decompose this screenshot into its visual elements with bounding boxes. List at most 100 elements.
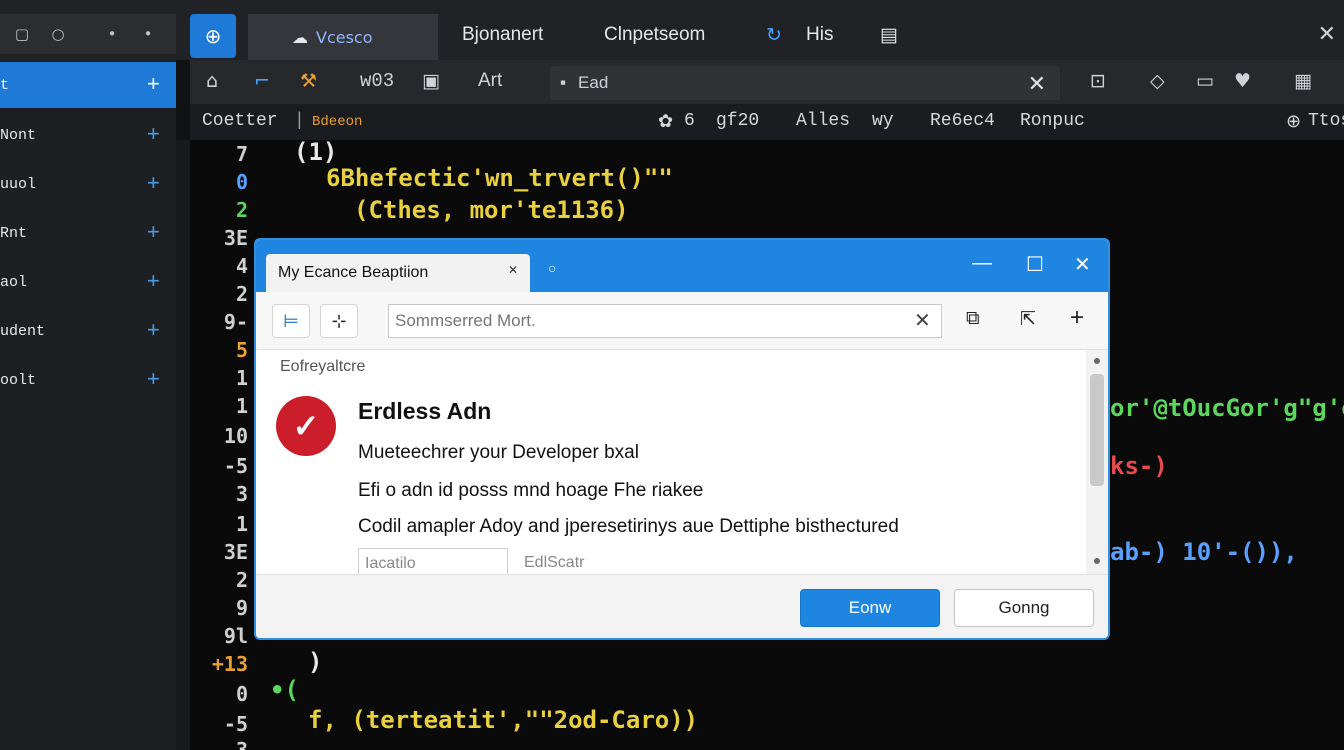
line-number: 2 — [235, 568, 248, 592]
toolbar: ⌂ ⌐ ⚒ w03 ▣ Art ▪ Ead ✕ ⊡ ◇ ▭ ♥ ▦ — [190, 60, 1344, 104]
tab-active[interactable]: ☁ Vcesco — [248, 14, 438, 60]
tab-close-icon[interactable]: ✕ — [508, 263, 518, 277]
grid-icon[interactable]: ▦ — [1294, 70, 1312, 92]
chart-icon[interactable]: ⌐ — [254, 70, 270, 92]
secondary-button[interactable]: Gonng — [954, 589, 1094, 627]
search-input[interactable] — [388, 304, 942, 338]
code-line: or'@tOucGor'g"g'ofo — [1110, 394, 1344, 422]
dialog-toolbar: ⊨ ⊹ ✕ ⧉ ⇱ + — [256, 292, 1108, 350]
line-number: 2 — [235, 282, 248, 306]
plus-icon[interactable]: + — [147, 368, 160, 393]
sidebar-item-7[interactable]: oolt + — [0, 357, 176, 403]
status-row: Coetter | Bdeeon ✿ 6 gf20 Alles wy Re6ec… — [190, 104, 1344, 140]
sidebar-item-2[interactable]: Nont + — [0, 112, 176, 158]
heart-icon[interactable]: ♥ — [1234, 70, 1251, 92]
status-item-2: gf20 — [716, 111, 760, 131]
globe-button[interactable]: ⊕ — [190, 14, 236, 58]
tab-bjonanert[interactable]: Bjonanert — [462, 24, 543, 46]
minimize-icon[interactable]: — — [972, 252, 992, 275]
plus-icon[interactable]: + — [147, 270, 160, 295]
status-item-5: Re6ec4 — [930, 111, 995, 131]
primary-button[interactable]: Eonw — [800, 589, 940, 627]
line-number: 2 — [235, 198, 248, 222]
window-icon[interactable]: ▢ — [8, 20, 36, 48]
plus-icon[interactable]: + — [147, 73, 160, 98]
scroll-down-icon[interactable] — [1094, 558, 1100, 564]
dot-icon[interactable]: • — [98, 20, 126, 48]
toolbar-label-2[interactable]: Art — [478, 70, 502, 92]
address-clear-icon[interactable]: ✕ — [1028, 71, 1046, 97]
gutter-separator — [176, 140, 190, 750]
dot-icon[interactable]: • — [134, 20, 162, 48]
line-number: 5 — [235, 338, 248, 362]
share-icon[interactable]: ⇱ — [1020, 308, 1036, 331]
scrollbar[interactable] — [1086, 350, 1108, 574]
sidebar-item-label: t — [0, 76, 10, 94]
dialog-tab-title: My Ecance Beaptiion — [278, 264, 429, 281]
scroll-up-icon[interactable] — [1094, 358, 1100, 364]
dialog-footer: Eonw Gonng — [256, 574, 1108, 638]
search-clear-icon[interactable]: ✕ — [914, 308, 931, 333]
status-left-sub: Bdeeon — [312, 114, 363, 130]
tools-icon[interactable]: ⚒ — [300, 70, 317, 92]
refresh-icon[interactable]: ↻ — [766, 24, 782, 47]
line-number: 3E — [223, 540, 248, 564]
line-number: 3E — [223, 226, 248, 250]
scroll-thumb[interactable] — [1090, 374, 1104, 486]
status-item-4: wy — [872, 111, 894, 131]
sidebar-item-label: Nont — [0, 126, 37, 144]
sidebar-item-1[interactable]: t + — [0, 62, 176, 108]
bed-icon[interactable]: ⊨ — [272, 304, 310, 338]
clipboard-icon[interactable]: ▤ — [880, 24, 898, 47]
sidebar-item-label: Rnt — [0, 224, 28, 242]
plus-icon[interactable]: + — [147, 221, 160, 246]
code-line: ks-) — [1110, 452, 1168, 480]
tab-clnpetseom[interactable]: Clnpetseom — [604, 24, 705, 46]
diamond-icon[interactable]: ◇ — [1150, 70, 1165, 92]
address-bar[interactable]: ▪ Ead ✕ — [550, 66, 1060, 100]
add-icon[interactable]: + — [1070, 304, 1084, 332]
line-number: 7 — [235, 142, 248, 166]
check-icon: ✓ — [276, 396, 336, 456]
dialog-body: Eofreyaltcre ✓ Erdless Adn Mueteechrer y… — [256, 350, 1108, 578]
sidebar-item-4[interactable]: Rnt + — [0, 210, 176, 256]
document-icon: ▪ — [560, 73, 567, 92]
sidebar-item-label: oolt — [0, 371, 37, 389]
sidebar-item-6[interactable]: udent + — [0, 308, 176, 354]
frame-icon[interactable]: ▣ — [422, 70, 440, 92]
sidebar-item-label: udent — [0, 322, 46, 340]
breadcrumb[interactable]: Eofreyaltcre — [280, 358, 365, 376]
home-icon[interactable]: ⌂ — [206, 70, 218, 92]
line-number: 3 — [235, 482, 248, 506]
plus-icon[interactable]: + — [147, 172, 160, 197]
dialog-paragraph: Mueteechrer your Developer bxal — [358, 442, 639, 463]
status-right-icon[interactable]: ⊕ — [1286, 111, 1301, 133]
plus-icon[interactable]: + — [147, 123, 160, 148]
search-icon[interactable]: ○ — [44, 20, 72, 48]
maximize-icon[interactable]: ☐ — [1026, 252, 1044, 277]
code-line: (Cthes, mor'te1136) — [354, 196, 629, 224]
app-dialog: My Ecance Beaptiion ✕ ○ — ☐ ✕ ⊨ ⊹ ✕ ⧉ ⇱ … — [254, 238, 1110, 640]
bag-icon[interactable]: ⊡ — [1090, 70, 1106, 92]
code-line: 6Bhefectic'wn_trvert()"" — [326, 164, 673, 192]
pin-icon[interactable]: ⊹ — [320, 304, 358, 338]
status-left: Coetter — [202, 111, 278, 131]
toolbar-label-1[interactable]: w03 — [360, 70, 394, 92]
code-line: •( — [270, 676, 299, 704]
video-icon[interactable]: ⧉ — [966, 308, 980, 330]
new-tab-icon[interactable]: ○ — [548, 260, 556, 276]
window-close-icon[interactable]: ✕ — [1318, 22, 1336, 47]
top-bar: ▢ ○ • • ⊕ ☁ Vcesco Bjonanert Clnpetseom … — [0, 0, 1344, 60]
address-text: Ead — [578, 73, 609, 92]
dialog-tab[interactable]: My Ecance Beaptiion ✕ — [266, 254, 530, 292]
line-number: 1 — [235, 394, 248, 418]
plus-icon[interactable]: + — [147, 319, 160, 344]
sidebar-item-5[interactable]: aol + — [0, 259, 176, 305]
sidebar: t + Nont + uuol + Rnt + aol + udent + oo… — [0, 60, 176, 750]
status-pipe: | — [294, 111, 305, 131]
sidebar-item-3[interactable]: uuol + — [0, 161, 176, 207]
close-icon[interactable]: ✕ — [1074, 252, 1091, 277]
card-icon[interactable]: ▭ — [1196, 70, 1214, 92]
dialog-paragraph: Efi o adn id posss mnd hoage Fhe riakee — [358, 480, 704, 501]
tab-his[interactable]: His — [806, 24, 833, 46]
